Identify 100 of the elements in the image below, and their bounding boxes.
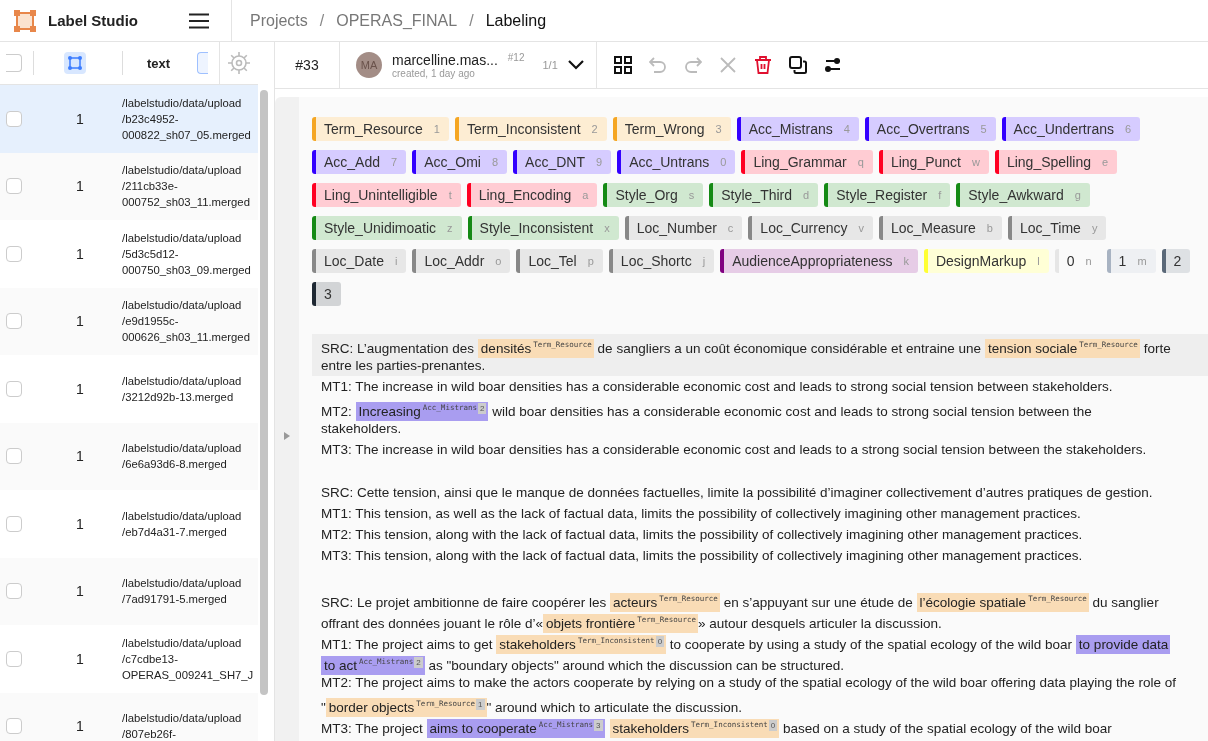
- hotkey-hint: 3: [715, 123, 722, 135]
- table-cell-text: /labelstudio/data/upload /807eb26f-: [122, 711, 243, 741]
- sentence-text: ": [321, 700, 326, 715]
- label-chip[interactable]: Style_Inconsistent x: [467, 216, 619, 240]
- grid-view-icon[interactable]: [613, 56, 632, 74]
- hotkey-hint: f: [938, 189, 942, 201]
- label-chip[interactable]: Loc_Number c: [624, 216, 743, 240]
- sentence-text: entre les parties-prenantes.: [321, 358, 486, 373]
- expand-icon[interactable]: [284, 432, 290, 440]
- label-chip[interactable]: Acc_Add 7: [312, 150, 407, 174]
- table-row[interactable]: 1 /labelstudio/data/upload /6e6a93d6-8.merged: [0, 422, 258, 490]
- region-number: 0: [768, 720, 778, 731]
- label-chip[interactable]: Style_Org s: [603, 183, 704, 207]
- menu-icon[interactable]: [189, 12, 209, 29]
- copy-icon[interactable]: [788, 56, 807, 74]
- select-all-checkbox[interactable]: [6, 54, 22, 72]
- label-chip[interactable]: Ling_Encoding a: [466, 183, 598, 207]
- label-chip[interactable]: Style_Third d: [709, 183, 819, 207]
- label-chip[interactable]: Acc_Overtrans 5: [864, 117, 996, 141]
- hotkey-hint: e: [1102, 156, 1109, 168]
- highlight[interactable]: tension sociale$^{Term_Resource}$: [984, 339, 1140, 358]
- highlight[interactable]: acteurs$^{Term_Resource}$: [609, 593, 720, 612]
- chevron-down-icon[interactable]: [567, 60, 584, 70]
- label-chip[interactable]: Loc_Tel p: [516, 249, 603, 273]
- label-chip[interactable]: Acc_DNT 9: [513, 150, 612, 174]
- sentence-text: as "boundary objects" around which the discussion can be structured.: [427, 658, 844, 673]
- scrollbar[interactable]: [260, 90, 268, 695]
- row-checkbox[interactable]: [6, 650, 22, 667]
- label-chip[interactable]: Acc_Undertrans 6: [1001, 117, 1141, 141]
- user-avatar: MA: [356, 52, 382, 78]
- highlighted-text: border objects: [328, 700, 415, 715]
- label-chip[interactable]: Style_Unidimoatic z: [312, 216, 462, 240]
- label-chip[interactable]: Term_Wrong 3: [612, 117, 731, 141]
- table-row[interactable]: 1 /labelstudio/data/upload /c7cdbe13- OPERAS_009241_SH7_J: [0, 625, 258, 693]
- row-checkbox[interactable]: [6, 313, 22, 330]
- label-chip[interactable]: Loc_Shortc j: [608, 249, 715, 273]
- label-chip[interactable]: DesignMarkup l: [923, 249, 1049, 273]
- row-checkbox[interactable]: [6, 718, 22, 735]
- table-row[interactable]: 1 /labelstudio/data/upload /e9d1955c- 000626_sh03_11.merged: [0, 287, 258, 355]
- table-row[interactable]: 1 /labelstudio/data/upload /807eb26f-: [0, 692, 258, 741]
- label-chip[interactable]: Acc_Untrans 0: [617, 150, 736, 174]
- column-toggle[interactable]: [197, 52, 208, 74]
- row-checkbox[interactable]: [6, 110, 22, 127]
- table-row[interactable]: 1 /labelstudio/data/upload /211cb33e- 000752_sh03_11.merged: [0, 152, 258, 220]
- highlighted-text: to act: [324, 658, 358, 673]
- sentence-text: MT3: The project: [321, 721, 424, 736]
- sentence-text: du sanglier: [1091, 595, 1159, 610]
- table-cell-text: 1: [76, 380, 85, 397]
- highlight[interactable]: objets frontière$^{Term_Resource}$: [542, 614, 698, 633]
- table-cell-text: /labelstudio/data/upload /3212d92b-13.merged: [122, 373, 243, 405]
- label-chip[interactable]: Acc_Mistrans 4: [736, 117, 859, 141]
- row-checkbox[interactable]: [6, 178, 22, 195]
- label-chip[interactable]: Loc_Measure b: [879, 216, 1002, 240]
- label-chip[interactable]: Term_Inconsistent 2: [454, 117, 607, 141]
- row-checkbox[interactable]: [6, 515, 22, 532]
- highlight[interactable]: densités$^{Term_Resource}$: [477, 339, 594, 358]
- swap-icon[interactable]: [823, 56, 842, 74]
- hotkey-hint: q: [857, 156, 864, 168]
- label-chip[interactable]: 2: [1161, 249, 1191, 273]
- label-chip[interactable]: Loc_Time y: [1007, 216, 1107, 240]
- table-row[interactable]: 1 /labelstudio/data/upload /5d3c5d12- 000750_sh03_09.merged: [0, 220, 258, 288]
- label-chip[interactable]: 1 m: [1106, 249, 1156, 273]
- trash-icon[interactable]: [753, 56, 772, 74]
- label-chip[interactable]: Ling_Unintelligible t: [312, 183, 461, 207]
- label-chip[interactable]: 3: [312, 282, 341, 306]
- hotkey-hint: l: [1037, 255, 1040, 267]
- label-chip[interactable]: Acc_Omi 8: [412, 150, 508, 174]
- table-row[interactable]: 1 /labelstudio/data/upload /3212d92b-13.merged: [0, 355, 258, 423]
- table-cell-text: /labelstudio/data/upload /5d3c5d12- 000750_sh03_09.merged: [122, 230, 252, 278]
- hotkey-hint: 9: [596, 156, 603, 168]
- highlighted-text: densités: [480, 341, 532, 356]
- label-chip[interactable]: Style_Awkward g: [956, 183, 1090, 207]
- label-chip[interactable]: Loc_Addr o: [412, 249, 511, 273]
- breadcrumb-link[interactable]: OPERAS_FINAL: [336, 11, 458, 30]
- row-checkbox[interactable]: [6, 448, 22, 465]
- label-chip[interactable]: Loc_Date i: [312, 249, 407, 273]
- column-header[interactable]: text: [147, 55, 191, 71]
- table-row[interactable]: 1 /labelstudio/data/upload /7ad91791-5.merged: [0, 557, 258, 625]
- row-checkbox[interactable]: [6, 583, 22, 600]
- table-row[interactable]: 1 /labelstudio/data/upload /eb7d4a31-7.merged: [0, 490, 258, 558]
- label-chip[interactable]: Ling_Spelling e: [994, 150, 1118, 174]
- label-chip[interactable]: Term_Resource 1: [312, 117, 449, 141]
- breadcrumb-link[interactable]: Projects: [250, 11, 308, 30]
- label-chip[interactable]: AudienceAppropriateness k: [720, 249, 918, 273]
- breadcrumb-link[interactable]: Labeling: [485, 11, 547, 30]
- label-chip[interactable]: Ling_Punct w: [878, 150, 989, 174]
- label-chip[interactable]: Style_Register f: [824, 183, 951, 207]
- hotkey-hint: k: [903, 255, 909, 267]
- highlighted-text: aims to cooperate: [429, 721, 537, 736]
- grid-icon[interactable]: [64, 52, 86, 74]
- table-row[interactable]: 1 /labelstudio/data/upload /b23c4952- 000822_sh07_05.merged: [0, 85, 258, 153]
- label-chip[interactable]: Loc_Currency v: [748, 216, 873, 240]
- highlight[interactable]: l’écologie spatiale$^{Term_Resource}$: [916, 593, 1089, 612]
- region-number: 3: [594, 720, 603, 731]
- label-chip[interactable]: Ling_Grammar q: [741, 150, 873, 174]
- row-checkbox[interactable]: [6, 380, 22, 397]
- row-checkbox[interactable]: [6, 245, 22, 262]
- settings-icon[interactable]: [227, 51, 251, 75]
- hotkey-hint: b: [986, 222, 993, 234]
- sentence-text: MT3: The increase in wild boar densities has a considerable economic cost and leads to a strong social tension between the stakeholders.: [321, 442, 1147, 457]
